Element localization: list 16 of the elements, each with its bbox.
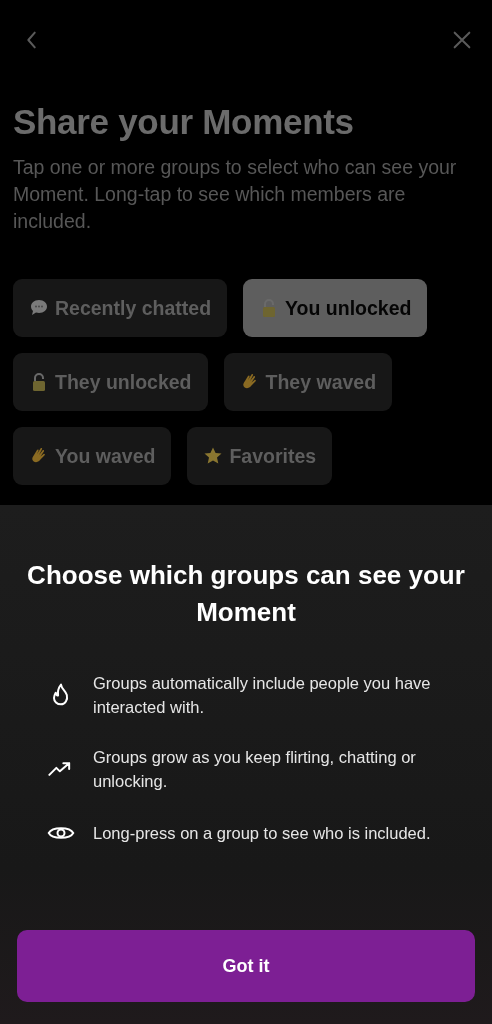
group-chip[interactable]: They unlocked [13, 353, 208, 411]
sheet-title: Choose which groups can see your Moment [26, 559, 466, 629]
got-it-button[interactable]: Got it [17, 930, 475, 1002]
page-subtitle: Tap one or more groups to select who can see your Moment. Long-tap to see which members are included. [13, 155, 458, 234]
group-chip[interactable]: Recently chatted [13, 279, 228, 337]
group-chip[interactable]: Favorites [187, 427, 333, 485]
speech-bubble-icon [29, 298, 49, 318]
tip-text: Groups automatically include people you have interacted with. [93, 673, 432, 718]
group-chip[interactable]: You unlocked [243, 279, 428, 337]
star-icon [203, 446, 224, 466]
group-chip[interactable]: You waved [13, 427, 172, 485]
tip-text: Long-press on a group to see who is included. [93, 823, 432, 844]
tip-text: Groups grow as you keep flirting, chatting or unlocking. [93, 747, 417, 792]
group-chip[interactable]: They waved [223, 353, 393, 411]
page-title: Share your Moments [13, 102, 355, 142]
close-icon[interactable] [451, 29, 473, 51]
